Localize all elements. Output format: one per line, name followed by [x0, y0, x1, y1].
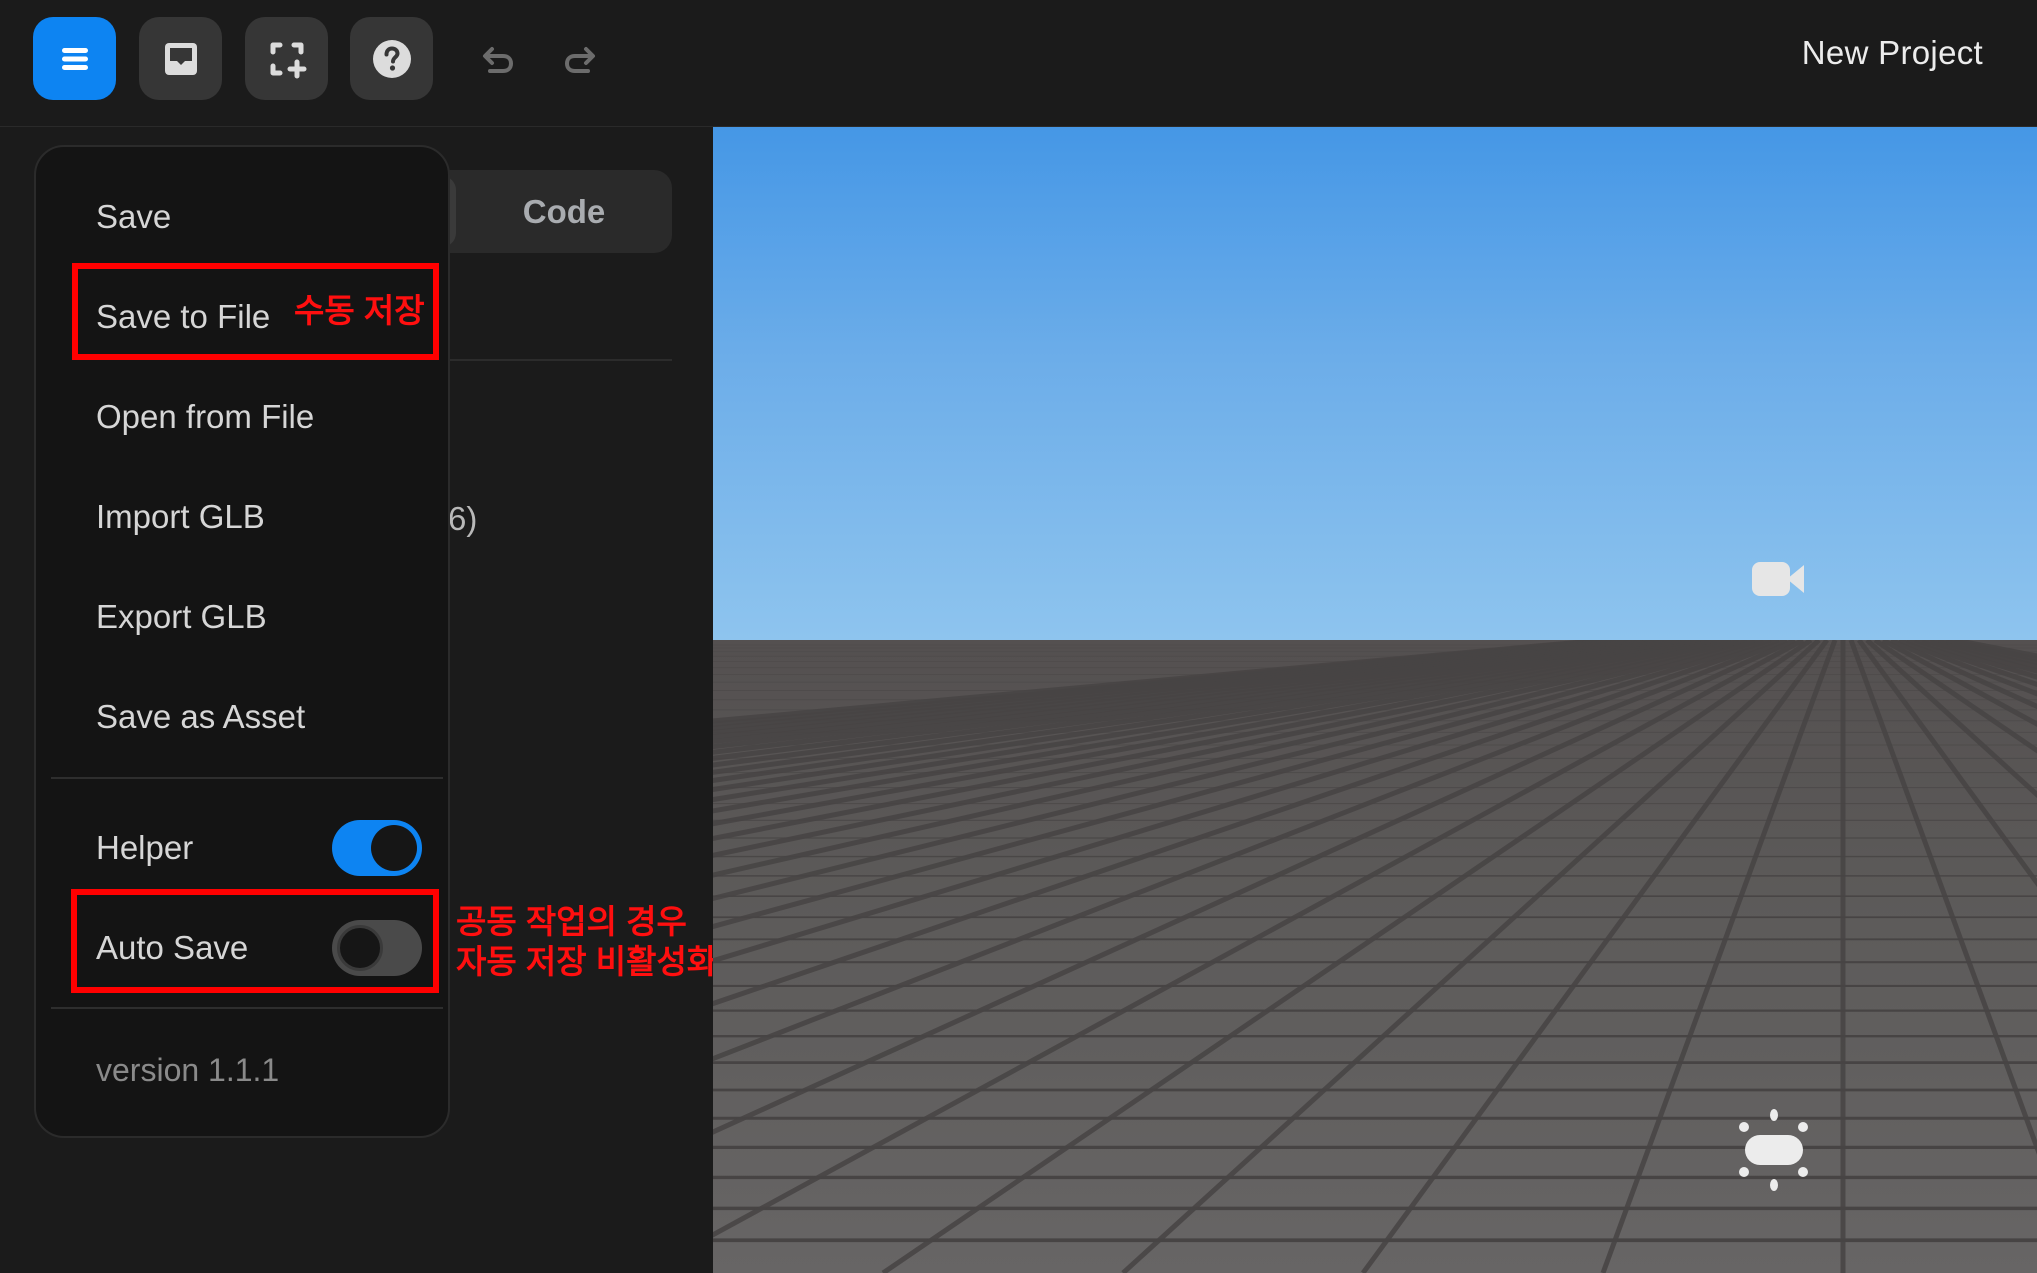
- annotation-save-to-file-note: 수동 저장: [294, 292, 425, 329]
- auto-save-toggle-row: Auto Save: [36, 903, 448, 993]
- light-bulb-icon[interactable]: [1735, 1105, 1811, 1195]
- inbox-button[interactable]: [139, 17, 222, 100]
- redo-arrow-icon: [564, 47, 595, 73]
- 3d-viewport[interactable]: [713, 127, 2037, 1273]
- annotation-auto-save-note-line1: 공동 작업의 경우: [456, 903, 687, 940]
- menu-divider: [51, 777, 443, 779]
- help-question-icon: [372, 39, 411, 78]
- partial-text: 6): [448, 500, 478, 537]
- helper-toggle[interactable]: [332, 820, 422, 876]
- ground-grid: [713, 640, 2037, 1273]
- helper-label: Helper: [96, 829, 194, 866]
- annotation-auto-save-note-line2: 자동 저장 비활성화: [456, 943, 718, 980]
- sky: [713, 127, 2037, 640]
- undo-arrow-icon: [483, 47, 514, 73]
- undo-button[interactable]: [474, 36, 522, 84]
- menu-item-save[interactable]: Save: [36, 172, 448, 262]
- frame-add-icon: [270, 42, 306, 78]
- menu-divider: [51, 1007, 443, 1009]
- menu-button[interactable]: [33, 17, 116, 100]
- menu-item-open-from-file[interactable]: Open from File: [36, 372, 448, 462]
- tab-code[interactable]: Code: [456, 170, 672, 253]
- auto-save-toggle[interactable]: [332, 920, 422, 976]
- hamburger-menu-icon: [61, 47, 88, 70]
- menu-item-save-as-asset[interactable]: Save as Asset: [36, 672, 448, 762]
- help-button[interactable]: [350, 17, 433, 100]
- project-title: New Project: [1801, 34, 1983, 71]
- helper-toggle-row: Helper: [36, 803, 448, 893]
- add-frame-button[interactable]: [245, 17, 328, 100]
- inbox-tray-icon: [164, 42, 197, 75]
- redo-button[interactable]: [556, 36, 604, 84]
- top-toolbar: New Project: [0, 0, 2037, 127]
- menu-item-import-glb[interactable]: Import GLB: [36, 472, 448, 562]
- toggle-knob: [371, 825, 417, 871]
- menu-item-export-glb[interactable]: Export GLB: [36, 572, 448, 662]
- toggle-knob: [337, 925, 383, 971]
- app-root: New Project Code 6) Save Save to File Op…: [0, 0, 2037, 1273]
- version-label: version 1.1.1: [96, 1052, 280, 1088]
- ground-plane: [713, 640, 2037, 1273]
- video-camera-icon[interactable]: [1750, 559, 1808, 599]
- auto-save-label: Auto Save: [96, 929, 249, 966]
